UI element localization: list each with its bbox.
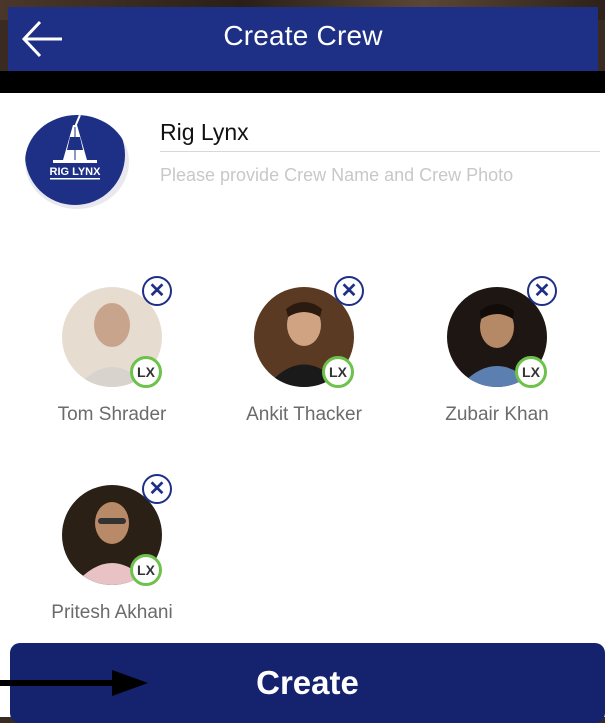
app-header: Create Crew <box>8 7 598 71</box>
rig-lynx-logo: RIG LYNX <box>25 115 125 205</box>
member-card: ✕ LX Ankit Thacker <box>219 276 389 436</box>
lx-badge: LX <box>515 356 547 388</box>
member-name: Ankit Thacker <box>246 404 362 425</box>
crew-name-input[interactable] <box>160 113 600 152</box>
page-title: Create Crew <box>223 20 383 51</box>
remove-member-button[interactable]: ✕ <box>142 276 172 306</box>
member-name: Pritesh Akhani <box>51 602 173 623</box>
member-card: ✕ LX Zubair Khan <box>412 276 582 436</box>
member-card: ✕ LX Pritesh Akhani <box>27 474 197 634</box>
crew-photo-button[interactable]: RIG LYNX <box>25 115 129 209</box>
helper-text: Please provide Crew Name and Crew Photo <box>160 165 514 185</box>
arrow-right-icon <box>0 670 148 696</box>
member-card: ✕ LX Tom Shrader <box>27 276 197 436</box>
lx-badge: LX <box>130 356 162 388</box>
divider <box>0 71 605 93</box>
rig-tower-icon: RIG LYNX <box>50 115 102 180</box>
remove-member-button[interactable]: ✕ <box>142 474 172 504</box>
remove-member-button[interactable]: ✕ <box>334 276 364 306</box>
lx-badge: LX <box>130 554 162 586</box>
lx-badge: LX <box>322 356 354 388</box>
member-name: Tom Shrader <box>57 404 167 425</box>
create-crew-form: RIG LYNX Please provide Crew Name and Cr… <box>0 93 605 717</box>
logo-text: RIG LYNX <box>50 166 102 178</box>
remove-member-button[interactable]: ✕ <box>527 276 557 306</box>
member-name: Zubair Khan <box>445 404 549 425</box>
